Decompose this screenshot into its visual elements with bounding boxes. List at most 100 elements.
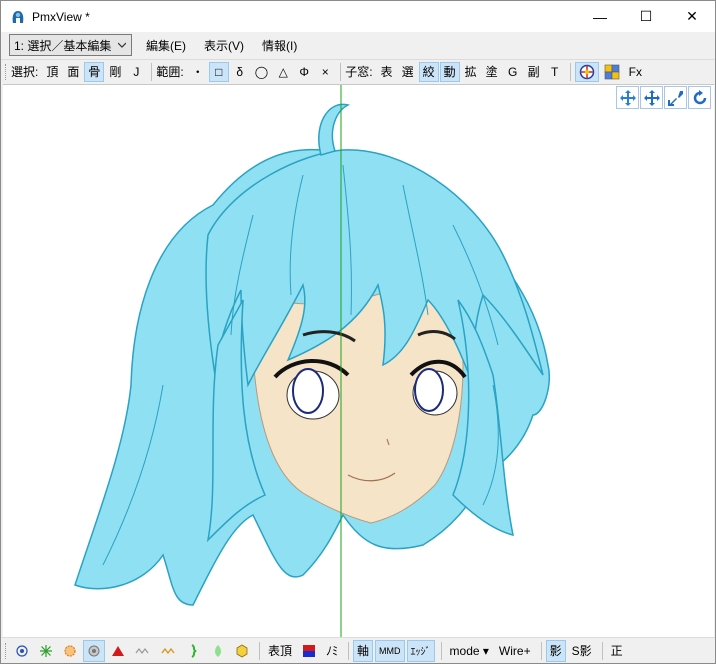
fx-button[interactable]: Fx (625, 62, 646, 82)
vertex-display-button[interactable] (11, 640, 33, 662)
minimize-icon: — (593, 8, 607, 25)
child-paint-button[interactable]: 塗 (482, 62, 502, 82)
child-g-button[interactable]: G (503, 62, 523, 82)
select-vertex-button[interactable]: 頂 (42, 62, 62, 82)
left-iris (292, 368, 324, 414)
window-controls: — ☐ ✕ (577, 1, 715, 32)
edge-button[interactable]: ｴｯｼﾞ (406, 639, 435, 662)
close-button[interactable]: ✕ (669, 1, 715, 32)
zigzag-icon (161, 647, 175, 654)
bottom-toolbar: 表頂 ﾉﾐ 軸 MMD ｴｯｼﾞ mode ▾ Wire+ 影 S影 正 (1, 637, 715, 663)
bone-circle-icon (88, 645, 100, 656)
morph-display-button[interactable] (183, 640, 205, 662)
pmxview-window: PmxView * — ☐ ✕ 1: 選択／基本編集 編集(E) 表示(V) 情… (0, 0, 716, 664)
vertex-dot-icon (16, 644, 28, 657)
toolbar-separator (569, 62, 571, 81)
sparkle-icon (64, 644, 76, 657)
select-label: 選択: (11, 65, 39, 79)
color-swatch-icon (303, 644, 316, 657)
move-arrows-icon (643, 89, 660, 106)
crosshair-icon (579, 64, 594, 79)
select-joint-button[interactable]: J (126, 62, 146, 82)
shadow-button[interactable]: 影 (545, 639, 566, 662)
mode-select[interactable]: 1: 選択／基本編集 (9, 34, 132, 56)
range-delta-button[interactable]: δ (230, 62, 250, 82)
range-phi-button[interactable]: Φ (294, 62, 314, 82)
cube-icon (236, 644, 248, 657)
wire-button[interactable]: Wire+ (495, 640, 535, 662)
pan-view-button[interactable] (640, 86, 663, 109)
model-viewport[interactable] (3, 84, 714, 637)
bone-display-button[interactable] (83, 639, 105, 662)
menu-view[interactable]: 表示(V) (202, 37, 246, 54)
mode-dropdown[interactable]: mode ▾ (446, 640, 493, 662)
rotate-arrows-icon (619, 89, 636, 106)
ik-display-button[interactable] (207, 640, 229, 662)
range-clear-button[interactable]: × (315, 62, 335, 82)
four-pane-icon (604, 64, 619, 79)
normal-display-button[interactable] (35, 640, 57, 662)
table-vertex-button[interactable]: 表頂 (264, 640, 296, 662)
title-bar: PmxView * — ☐ ✕ (1, 1, 715, 32)
front-view-button[interactable]: 正 (607, 640, 627, 662)
toolbar-separator (151, 62, 153, 81)
rigid-display-button[interactable] (107, 640, 129, 662)
minimize-button[interactable]: — (577, 1, 623, 32)
select-bone-button[interactable]: 骨 (84, 61, 105, 82)
chevron-down-icon (118, 42, 126, 48)
child-window-label: 子窓: (345, 65, 373, 79)
reset-view-button[interactable] (688, 86, 711, 109)
bottom-separator (601, 641, 603, 660)
self-shadow-button[interactable]: S影 (568, 640, 596, 662)
menu-edit[interactable]: 編集(E) (144, 37, 188, 54)
texture-display-button[interactable] (231, 640, 253, 662)
zoom-arrow-icon (667, 90, 683, 106)
soft-display-button[interactable] (157, 640, 181, 662)
child-move-button[interactable]: 動 (439, 61, 460, 82)
toolbar-grip[interactable] (5, 642, 8, 659)
child-table-button[interactable]: 表 (377, 62, 397, 82)
window-title: PmxView * (32, 9, 90, 24)
joint-display-button[interactable] (131, 640, 155, 662)
material-display-button[interactable] (59, 640, 81, 662)
menu-bar: 1: 選択／基本編集 編集(E) 表示(V) 情報(I) (1, 32, 715, 58)
bottom-separator (259, 641, 260, 660)
select-rigid-button[interactable]: 剛 (105, 62, 125, 82)
range-triangle-button[interactable]: △ (273, 62, 293, 82)
right-iris (414, 368, 444, 412)
nomi-button[interactable]: ﾉﾐ (322, 640, 342, 662)
toolbar-grip[interactable] (5, 63, 8, 80)
bottom-separator (440, 641, 442, 660)
zoom-view-button[interactable] (664, 86, 687, 109)
child-sub-button[interactable]: 副 (524, 62, 544, 82)
rotate-view-button[interactable] (616, 86, 639, 109)
range-label: 範囲: (156, 65, 184, 79)
child-filter-button[interactable]: 絞 (418, 61, 439, 82)
red-triangle-icon (112, 645, 124, 656)
burst-icon (40, 644, 52, 657)
green-leaf-icon (215, 644, 221, 657)
model-render (74, 85, 550, 637)
select-face-button[interactable]: 面 (63, 62, 83, 82)
maximize-button[interactable]: ☐ (623, 1, 669, 32)
mmd-button[interactable]: MMD (375, 639, 405, 662)
refresh-icon (693, 89, 706, 104)
ahoge (318, 103, 351, 156)
child-t-button[interactable]: T (545, 62, 565, 82)
bottom-separator (348, 641, 350, 660)
green-chain-icon (191, 643, 197, 658)
child-scale-button[interactable]: 拡 (461, 62, 481, 82)
bottom-separator (540, 641, 542, 660)
wave-icon (135, 647, 149, 654)
range-rect-button[interactable]: □ (208, 61, 229, 82)
range-circle-button[interactable]: ◯ (251, 62, 272, 82)
target-view-button[interactable] (574, 61, 599, 82)
mode-select-value: 1: 選択／基本編集 (14, 38, 112, 53)
color-swatch-button[interactable] (298, 640, 320, 662)
maximize-icon: ☐ (639, 8, 653, 24)
child-select-button[interactable]: 選 (398, 62, 418, 82)
menu-info[interactable]: 情報(I) (260, 37, 299, 54)
range-point-button[interactable]: ・ (188, 62, 208, 82)
axis-button[interactable]: 軸 (353, 639, 374, 662)
grid-view-button[interactable] (600, 62, 624, 82)
